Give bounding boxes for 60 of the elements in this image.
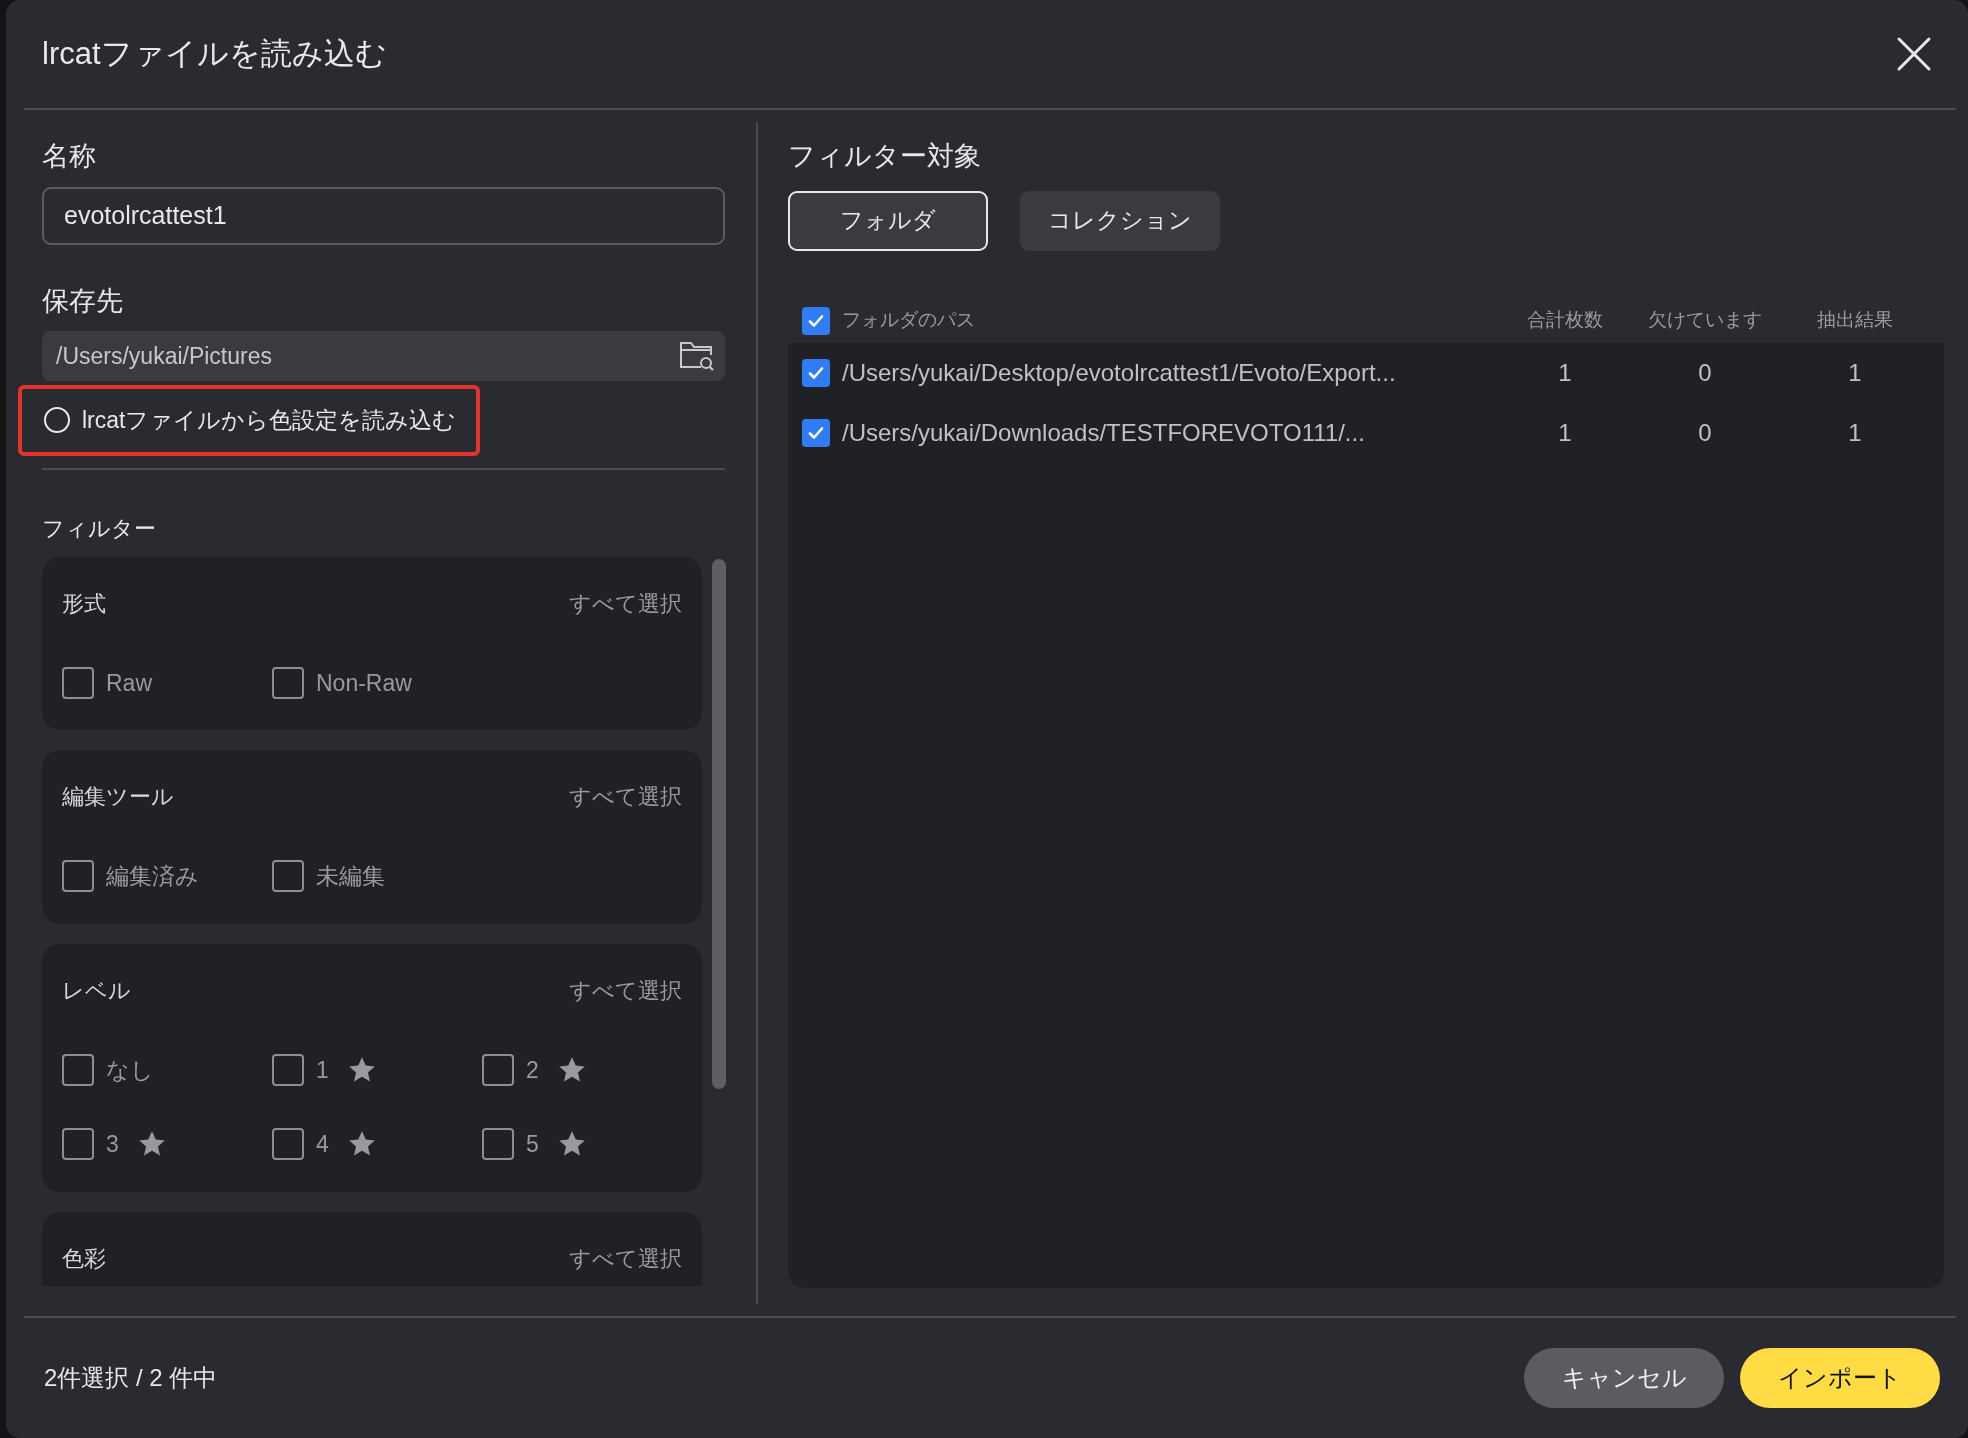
table-cell-text: 1 [1847,357,1863,388]
selection-summary: 2件選択 / 2 件中 [44,1363,218,1393]
cancel-button[interactable]: キャンセル [1524,1348,1724,1408]
checkbox[interactable] [482,1053,514,1086]
table-cell-text: 1 [1557,417,1573,448]
checkbox[interactable] [802,418,830,447]
scrollbar[interactable] [712,558,726,1089]
option-label: Non-Raw [316,668,412,698]
option-label: 1 [316,1055,329,1085]
column-header: フォルダのパス [842,308,975,333]
path-field[interactable]: /Users/yukai/Pictures [42,331,725,381]
section-title: フィルター対象 [788,140,982,173]
checkbox[interactable] [482,1128,514,1161]
table-cell-text: 1 [1557,357,1573,388]
column-header: 抽出結果 [1816,308,1894,333]
checkbox[interactable] [802,358,830,387]
filter-title: 形式 [62,589,106,618]
tab[interactable]: フォルダ [788,190,988,251]
checkbox[interactable] [62,1128,94,1161]
option-label: 2 [526,1055,539,1085]
tab[interactable]: コレクション [1020,190,1220,251]
import-button[interactable]: インポート [1740,1348,1940,1408]
filter-title: レベル [62,976,131,1005]
checkbox[interactable] [272,1128,304,1161]
filter-title: 編集ツール [62,783,174,811]
option-label: 4 [316,1130,329,1159]
table-cell-text: 0 [1697,417,1713,448]
option-label: なし [106,1055,154,1085]
option-label: lrcatファイルから色設定を読み込む [82,406,457,435]
field-label: 名称 [42,140,97,173]
select-all-link[interactable]: すべて選択 [569,780,683,813]
select-all-link[interactable]: すべて選択 [569,973,683,1007]
select-all-link[interactable]: すべて選択 [569,1241,683,1275]
table-cell-text: 1 [1847,417,1863,448]
option-label: 3 [106,1130,119,1159]
section-label: フィルター [42,514,157,543]
option-label: 5 [526,1130,539,1159]
close-icon[interactable] [1896,36,1932,72]
checkbox[interactable] [272,860,304,893]
checkbox[interactable] [272,666,304,699]
checkbox[interactable] [62,666,94,699]
option-label: 未編集 [316,862,385,891]
column-header: 欠けています [1647,308,1763,333]
folder-search-icon[interactable] [679,340,715,372]
column-header: 合計枚数 [1526,308,1604,333]
option-label: Raw [106,668,152,698]
option-label: 編集済み [106,862,199,891]
filter-title: 色彩 [62,1244,106,1273]
checkbox[interactable] [802,306,830,335]
table-cell-text: 0 [1697,357,1713,388]
radio-button[interactable] [44,407,70,434]
select-all-link[interactable]: すべて選択 [569,586,683,620]
folder-path: /Users/yukai/Desktop/evotolrcattest1/Evoto/Export... [842,357,1396,388]
field-label: 保存先 [42,284,124,318]
folder-path: /Users/yukai/Downloads/TESTFOREVOTO111/... [842,417,1365,448]
checkbox[interactable] [272,1053,304,1086]
checkbox[interactable] [62,860,94,893]
dialog-title: lrcatファイルを読み込む [42,34,387,73]
checkbox[interactable] [62,1053,94,1086]
name-field[interactable]: evotolrcattest1 [42,186,725,245]
